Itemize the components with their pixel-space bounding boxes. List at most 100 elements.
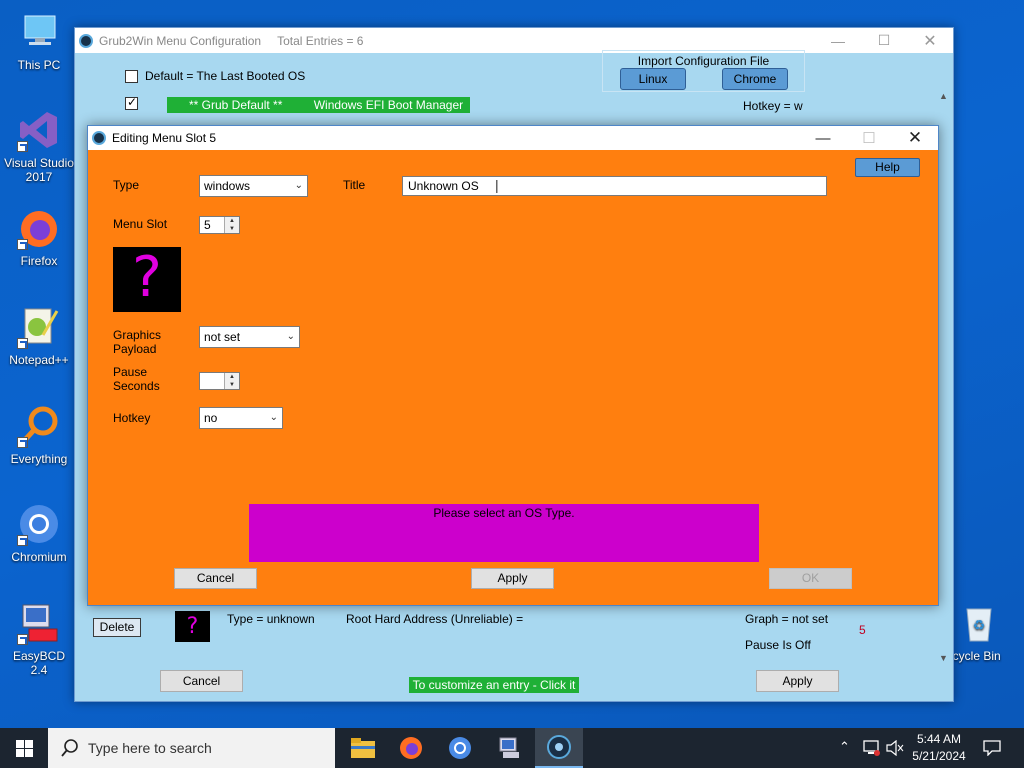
menu-slot-value: 5 bbox=[204, 218, 211, 232]
delete-entry-button[interactable]: Delete bbox=[93, 618, 141, 637]
taskbar: Type here to search ⌃ 5:44 AM 5/21/2024 bbox=[0, 728, 1024, 768]
search-placeholder: Type here to search bbox=[88, 740, 212, 756]
taskbar-file-explorer[interactable] bbox=[340, 728, 386, 768]
taskbar-search-box[interactable]: Type here to search bbox=[48, 728, 335, 768]
taskbar-clock[interactable]: 5:44 AM 5/21/2024 bbox=[908, 731, 970, 765]
dialog-close-button[interactable]: ✕ bbox=[892, 126, 938, 150]
graphics-payload-select[interactable]: not set ⌄ bbox=[199, 326, 300, 348]
main-cancel-button[interactable]: Cancel bbox=[160, 670, 243, 692]
import-config-label: Import Configuration File bbox=[637, 54, 770, 68]
desktop-icon-chromium[interactable]: Chromium bbox=[4, 502, 74, 564]
entries-scrollbar[interactable]: ▲ ▼ bbox=[937, 91, 952, 663]
easybcd-icon bbox=[17, 601, 61, 645]
shortcut-arrow-icon bbox=[17, 141, 28, 152]
graphics-label-line1: Graphics bbox=[113, 328, 162, 342]
entry-root-text: Root Hard Address (Unreliable) = bbox=[346, 612, 524, 626]
text-cursor-icon: | bbox=[495, 177, 499, 193]
desktop-icon-label: EasyBCD 2.4 bbox=[12, 649, 65, 677]
entry-slot-number: 5 bbox=[859, 623, 866, 637]
visual-studio-icon bbox=[17, 108, 61, 152]
type-select-value: windows bbox=[204, 179, 251, 193]
desktop-icon-firefox[interactable]: Firefox bbox=[4, 206, 74, 268]
help-button[interactable]: Help bbox=[855, 158, 920, 177]
minimize-button[interactable]: — bbox=[815, 28, 861, 53]
desktop-icon-label: This PC bbox=[17, 58, 61, 72]
main-title-bar: Grub2Win Menu Configuration Total Entrie… bbox=[75, 28, 953, 53]
import-config-group: Import Configuration File Linux Chrome bbox=[602, 50, 805, 92]
spinner-arrows-icon[interactable]: ▲ ▼ bbox=[224, 217, 239, 233]
recycle-bin-icon: ♻ bbox=[957, 601, 1001, 645]
maximize-button[interactable]: ☐ bbox=[861, 28, 907, 53]
title-input[interactable] bbox=[402, 176, 827, 196]
os-type-message: Please select an OS Type. bbox=[249, 504, 759, 562]
desktop-icon-label: Notepad++ bbox=[9, 353, 69, 367]
shortcut-arrow-icon bbox=[17, 239, 28, 250]
editing-menu-slot-dialog: Editing Menu Slot 5 — ☐ ✕ Help Type wind… bbox=[87, 125, 939, 606]
dialog-maximize-button: ☐ bbox=[862, 130, 876, 147]
unknown-os-question-icon: ? bbox=[113, 247, 181, 312]
show-hidden-icons-chevron-icon[interactable]: ⌃ bbox=[839, 739, 850, 755]
scroll-up-icon[interactable]: ▲ bbox=[939, 91, 948, 101]
grub2win-icon bbox=[92, 131, 106, 145]
import-chrome-button[interactable]: Chrome bbox=[722, 68, 788, 90]
dialog-minimize-button[interactable]: — bbox=[800, 126, 846, 150]
grub-default-checkbox[interactable] bbox=[125, 95, 138, 110]
default-option-label: Default = The Last Booted OS bbox=[145, 69, 306, 83]
main-window-title: Grub2Win Menu Configuration bbox=[99, 33, 262, 48]
easybcd-icon bbox=[499, 737, 519, 758]
grub-default-entry[interactable]: ** Grub Default ** Windows EFI Boot Mana… bbox=[167, 97, 470, 113]
dialog-ok-button: OK bbox=[769, 568, 852, 589]
os-type-message-text: Please select an OS Type. bbox=[433, 506, 575, 520]
desktop-icon-easybcd[interactable]: EasyBCD 2.4 bbox=[4, 601, 74, 677]
grub2win-icon bbox=[547, 735, 571, 759]
dialog-title-bar: Editing Menu Slot 5 — ☐ ✕ bbox=[88, 126, 938, 150]
chevron-down-icon: ⌄ bbox=[294, 180, 303, 191]
folder-icon bbox=[351, 738, 375, 758]
desktop-icon-notepad-plus-plus[interactable]: Notepad++ bbox=[4, 305, 74, 367]
entry-type-text: Type = unknown bbox=[227, 612, 315, 626]
desktop-icon-this-pc[interactable]: This PC bbox=[4, 10, 74, 72]
windows-icon bbox=[15, 739, 33, 757]
dialog-apply-button[interactable]: Apply bbox=[471, 568, 554, 589]
magnifier-icon bbox=[17, 404, 61, 448]
dialog-cancel-button[interactable]: Cancel bbox=[174, 568, 257, 589]
taskbar-easybcd[interactable] bbox=[486, 728, 532, 768]
notifications-icon[interactable] bbox=[983, 740, 1001, 756]
entry-pause-text: Pause Is Off bbox=[745, 638, 811, 652]
unknown-os-icon: ? bbox=[175, 611, 210, 642]
hotkey-select[interactable]: no ⌄ bbox=[199, 407, 283, 429]
pause-seconds-spinner[interactable]: ▲ ▼ bbox=[199, 372, 240, 390]
spinner-arrows-icon[interactable]: ▲ ▼ bbox=[224, 373, 239, 389]
desktop-icon-label: Chromium bbox=[11, 550, 67, 564]
taskbar-chromium[interactable] bbox=[437, 728, 483, 768]
chromium-icon bbox=[17, 502, 61, 546]
type-label: Type bbox=[113, 178, 140, 192]
taskbar-grub2win[interactable] bbox=[535, 728, 583, 768]
main-apply-button[interactable]: Apply bbox=[756, 670, 839, 692]
start-button[interactable] bbox=[0, 728, 48, 768]
network-icon[interactable] bbox=[862, 740, 880, 756]
shortcut-arrow-icon bbox=[17, 437, 28, 448]
firefox-icon bbox=[400, 737, 422, 759]
type-select[interactable]: windows ⌄ bbox=[199, 175, 308, 197]
close-button[interactable]: ✕ bbox=[907, 28, 953, 53]
desktop-icon-visual-studio[interactable]: Visual Studio 2017 bbox=[4, 108, 74, 184]
desktop-icon-label: Visual Studio 2017 bbox=[4, 156, 74, 184]
shortcut-arrow-icon bbox=[17, 338, 28, 349]
shortcut-arrow-icon bbox=[17, 535, 28, 546]
default-last-booted-checkbox[interactable] bbox=[125, 70, 138, 83]
volume-muted-icon[interactable] bbox=[886, 740, 904, 756]
import-linux-button[interactable]: Linux bbox=[620, 68, 686, 90]
title-label: Title bbox=[343, 178, 366, 192]
desktop-icon-everything[interactable]: Everything bbox=[4, 404, 74, 466]
graphics-select-value: not set bbox=[204, 330, 241, 344]
dialog-title: Editing Menu Slot 5 bbox=[112, 131, 217, 145]
graphics-label-line2: Payload bbox=[113, 342, 157, 356]
desktop-icon-label: Firefox bbox=[20, 254, 58, 268]
scroll-down-icon[interactable]: ▼ bbox=[939, 653, 948, 663]
hotkey-text: Hotkey = w bbox=[743, 99, 803, 113]
clock-time: 5:44 AM bbox=[916, 732, 962, 746]
menu-slot-spinner[interactable]: 5 ▲ ▼ bbox=[199, 216, 240, 234]
pause-label-line2: Seconds bbox=[113, 379, 160, 393]
taskbar-firefox[interactable] bbox=[388, 728, 434, 768]
